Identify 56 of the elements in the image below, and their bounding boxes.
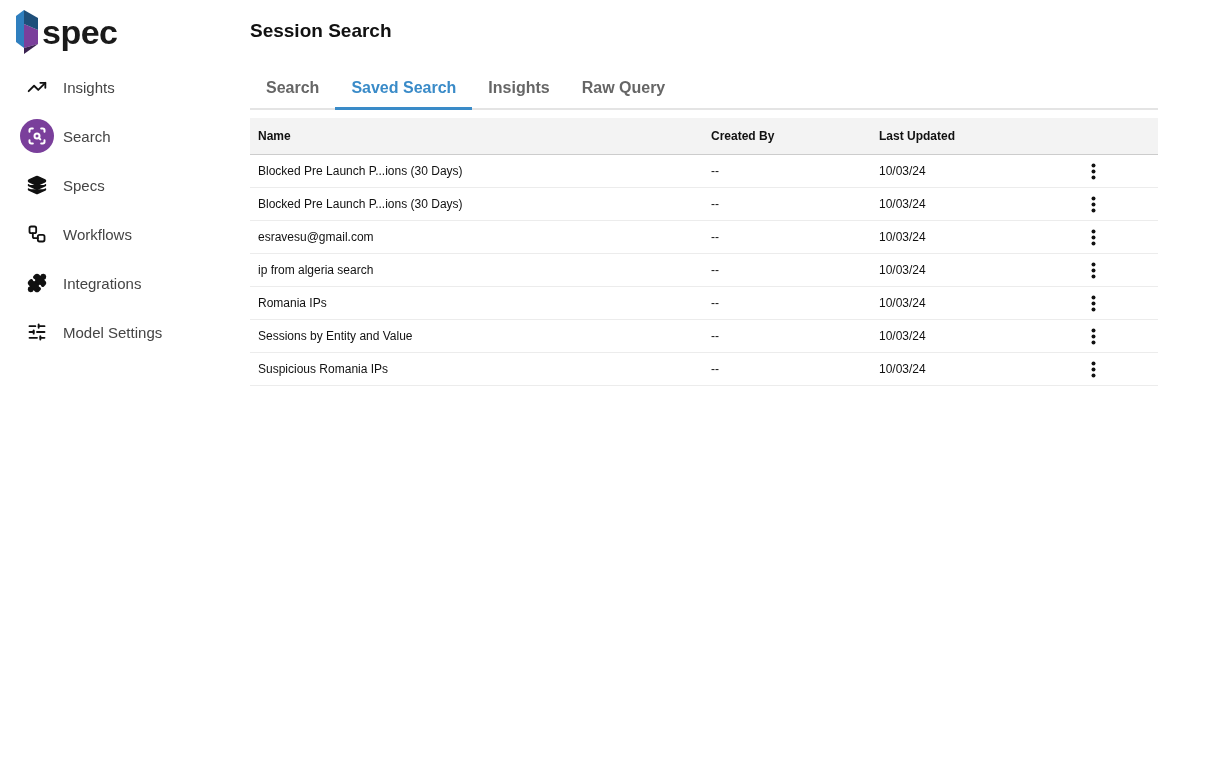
more-button[interactable] bbox=[1091, 294, 1096, 312]
tab[interactable]: Search bbox=[250, 75, 336, 110]
more-icon bbox=[1091, 162, 1096, 180]
sidebar-item[interactable]: Insights bbox=[16, 68, 250, 106]
table-cell: -- bbox=[703, 320, 871, 353]
sidebar-item[interactable]: Integrations bbox=[16, 264, 250, 302]
puzzle-icon bbox=[27, 273, 47, 293]
tab[interactable]: Raw Query bbox=[565, 75, 682, 110]
more-icon bbox=[1091, 360, 1096, 378]
sidebar-item[interactable]: Model Settings bbox=[16, 313, 250, 351]
table-cell: -- bbox=[703, 155, 871, 188]
table-cell: 10/03/24 bbox=[871, 353, 1051, 386]
table-cell: 10/03/24 bbox=[871, 287, 1051, 320]
sidebar-item[interactable]: Specs bbox=[16, 166, 250, 204]
table-cell: ip from algeria search bbox=[250, 254, 703, 287]
search-icon bbox=[27, 126, 47, 146]
tab[interactable]: Saved Search bbox=[335, 75, 473, 110]
layers-icon bbox=[27, 175, 47, 195]
more-button[interactable] bbox=[1091, 195, 1096, 213]
column-header: Name bbox=[250, 118, 703, 155]
column-header: Last Updated bbox=[871, 118, 1051, 155]
more-icon bbox=[1091, 261, 1096, 279]
table-cell: -- bbox=[703, 221, 871, 254]
table-cell: -- bbox=[703, 353, 871, 386]
table-cell: Suspicious Romania IPs bbox=[250, 353, 703, 386]
logo-icon bbox=[16, 10, 38, 54]
more-button[interactable] bbox=[1091, 327, 1096, 345]
table-cell: 10/03/24 bbox=[871, 188, 1051, 221]
more-icon bbox=[1091, 327, 1096, 345]
table-cell: 10/03/24 bbox=[871, 221, 1051, 254]
tab[interactable]: Insights bbox=[472, 75, 566, 110]
more-button[interactable] bbox=[1091, 228, 1096, 246]
more-button[interactable] bbox=[1091, 261, 1096, 279]
table-cell: 10/03/24 bbox=[871, 320, 1051, 353]
table-cell: -- bbox=[703, 254, 871, 287]
logo-text: spec bbox=[42, 15, 118, 49]
table-cell: Romania IPs bbox=[250, 287, 703, 320]
table-cell: Blocked Pre Launch P...ions (30 Days) bbox=[250, 188, 703, 221]
table-cell: 10/03/24 bbox=[871, 254, 1051, 287]
workflow-icon bbox=[27, 224, 47, 244]
more-button[interactable] bbox=[1091, 162, 1096, 180]
sidebar-item[interactable]: Workflows bbox=[16, 215, 250, 253]
sidebar-item[interactable]: Search bbox=[16, 117, 250, 155]
table-cell: Blocked Pre Launch P...ions (30 Days) bbox=[250, 155, 703, 188]
table-cell: -- bbox=[703, 287, 871, 320]
more-icon bbox=[1091, 294, 1096, 312]
table-cell: -- bbox=[703, 188, 871, 221]
column-header: Created By bbox=[703, 118, 871, 155]
table-cell: 10/03/24 bbox=[871, 155, 1051, 188]
page-title: Session Search bbox=[250, 20, 393, 42]
more-icon bbox=[1091, 195, 1096, 213]
more-icon bbox=[1091, 228, 1096, 246]
more-button[interactable] bbox=[1091, 360, 1096, 378]
sliders-icon bbox=[27, 322, 47, 342]
table-cell: Sessions by Entity and Value bbox=[250, 320, 703, 353]
table-cell: esravesu@gmail.com bbox=[250, 221, 703, 254]
